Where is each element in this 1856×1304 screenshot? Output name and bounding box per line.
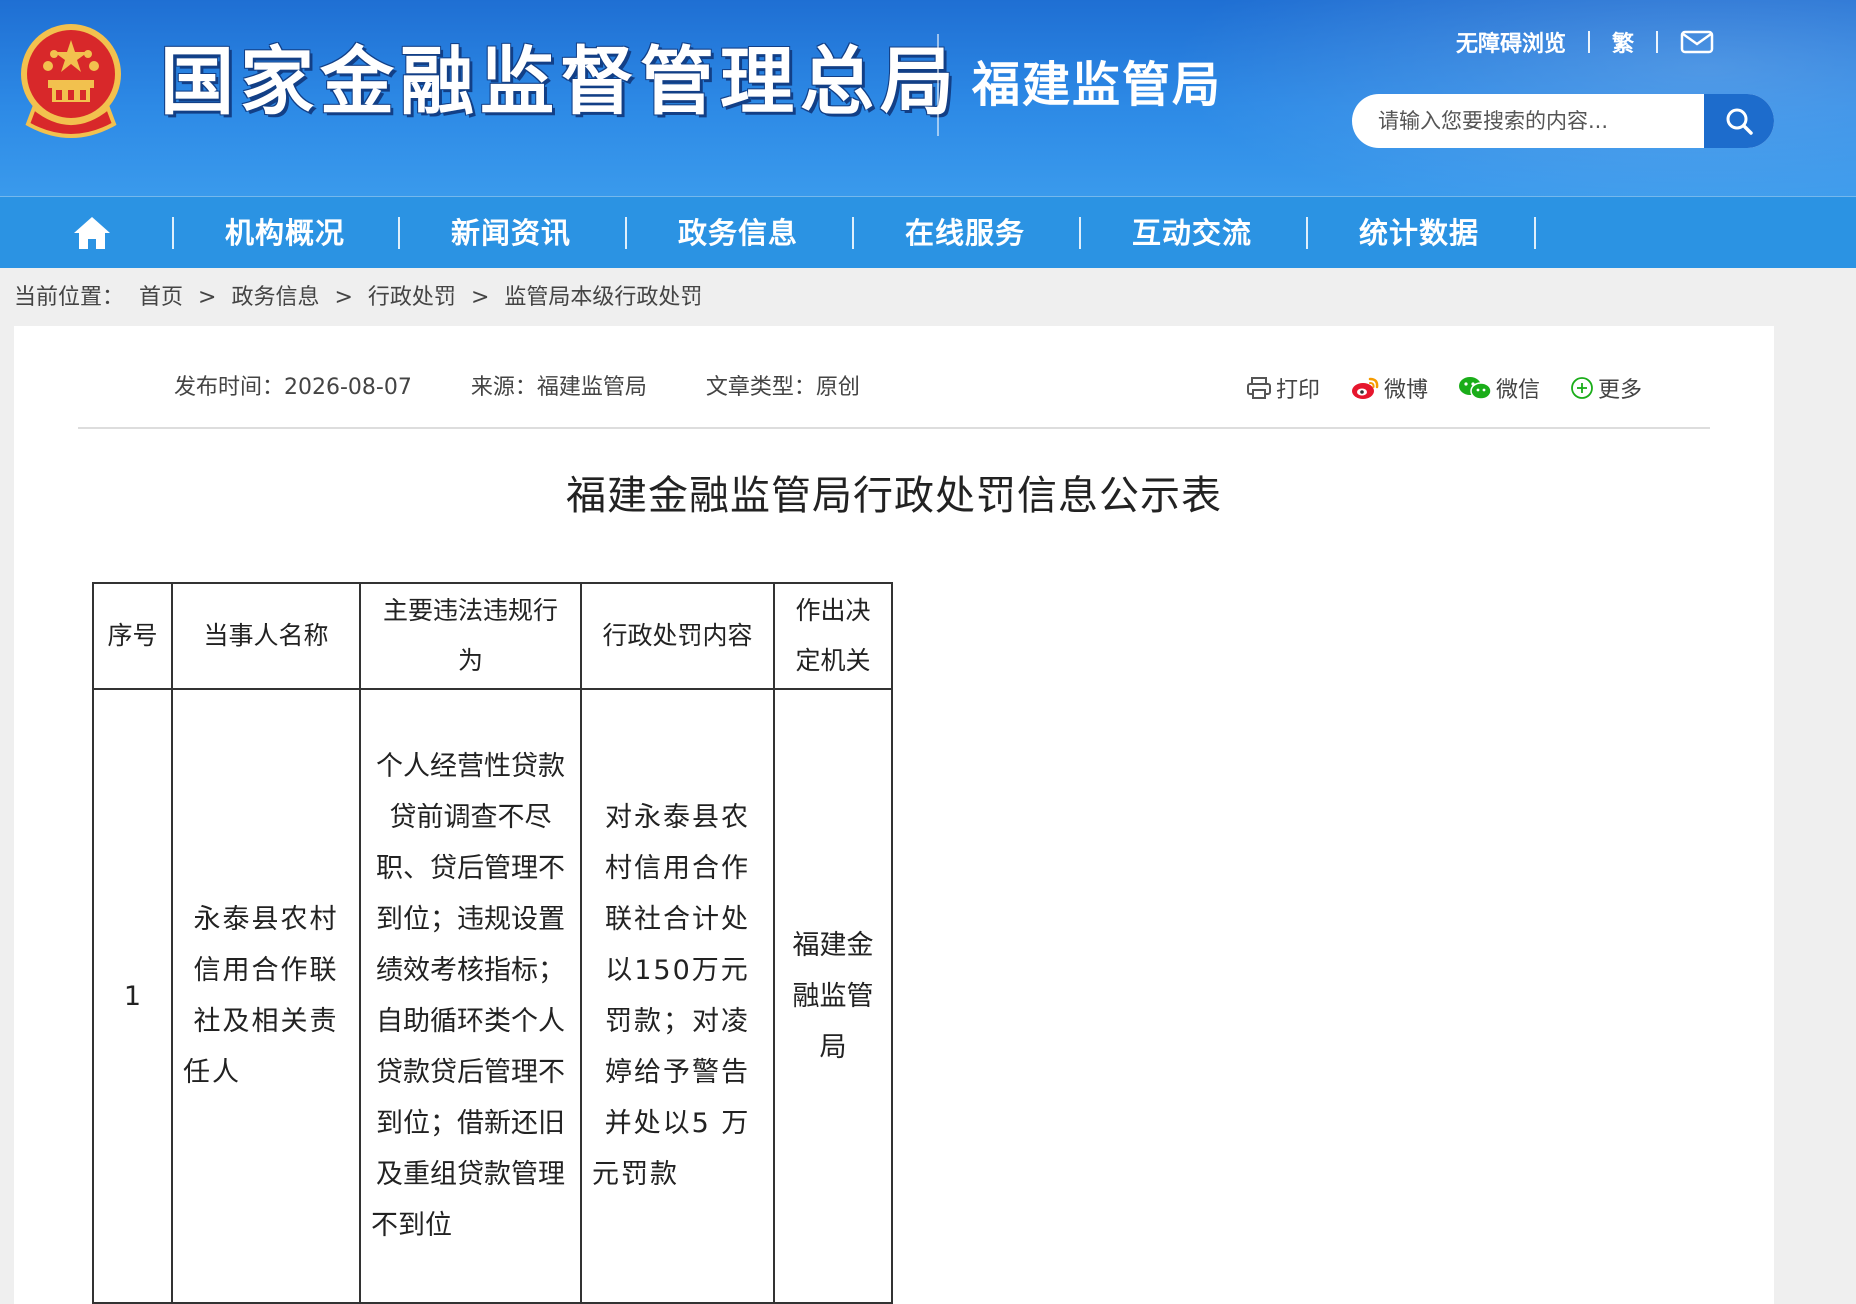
header-violation: 主要违法违规行为 (359, 582, 582, 690)
more-label: 更多 (1598, 378, 1643, 403)
nav-item-government-info[interactable]: 政务信息 (625, 197, 851, 269)
link-separator (1656, 31, 1659, 53)
nav-separator (1534, 217, 1536, 249)
breadcrumb-prefix: 当前位置： (14, 285, 125, 310)
nav-item-news[interactable]: 新闻资讯 (398, 197, 624, 269)
cell-penalty: 对永泰县农村信用合作联社合计处以150万元罚款；对凌婷给予警告并处以5 万元罚款 (580, 688, 775, 1304)
share-bar: 打印 微博 微信 更多 (1246, 370, 1672, 406)
article-source: 来源：福建监管局 (470, 375, 647, 400)
breadcrumb-separator: > (470, 285, 490, 310)
weibo-label: 微博 (1384, 378, 1429, 403)
wechat-share-button[interactable]: 微信 (1458, 372, 1540, 404)
title-divider (937, 34, 939, 136)
national-emblem-icon (21, 24, 121, 138)
cell-party: 永泰县农村信用合作联社及相关责任人 (171, 688, 361, 1304)
breadcrumb-separator: > (334, 285, 353, 310)
traditional-chinese-link[interactable]: 繁 (1612, 26, 1634, 58)
table-header-row: 序号 当事人名称 主要违法违规行为 行政处罚内容 作出决定机关 (92, 582, 893, 690)
breadcrumb: 当前位置： 首页 > 政务信息 > 行政处罚 > 监管局本级行政处罚 (14, 280, 710, 316)
printer-icon (1247, 377, 1271, 399)
top-links: 无障碍浏览 繁 (1456, 24, 1714, 60)
nav-item-statistics[interactable]: 统计数据 (1306, 197, 1532, 269)
print-button[interactable]: 打印 (1246, 372, 1320, 404)
article-panel: 发布时间：2026-08-07 来源：福建监管局 文章类型：原创 打印 微博 微… (14, 326, 1774, 1304)
wechat-label: 微信 (1496, 378, 1541, 403)
article-type: 文章类型：原创 (705, 375, 860, 400)
table-row: 1 永泰县农村信用合作联社及相关责任人 个人经营性贷款贷前调查不尽职、贷后管理不… (92, 688, 893, 1304)
cell-index: 1 (92, 688, 173, 1304)
sub-title: 福建监管局 (972, 57, 1223, 113)
print-label: 打印 (1276, 378, 1321, 403)
article-meta: 发布时间：2026-08-07 来源：福建监管局 文章类型：原创 (174, 370, 912, 406)
search-input[interactable] (1352, 94, 1704, 148)
plus-circle-icon (1571, 377, 1593, 399)
cell-violation: 个人经营性贷款贷前调查不尽职、贷后管理不到位；违规设置绩效考核指标；自助循环类个… (359, 688, 582, 1304)
accessibility-link[interactable]: 无障碍浏览 (1456, 26, 1566, 58)
breadcrumb-separator: > (198, 285, 217, 310)
breadcrumb-bureau-penalty[interactable]: 监管局本级行政处罚 (504, 285, 702, 310)
wechat-icon (1459, 377, 1492, 400)
nav-item-online-service[interactable]: 在线服务 (852, 197, 1078, 269)
breadcrumb-government-info[interactable]: 政务信息 (231, 285, 319, 310)
mail-icon[interactable] (1680, 29, 1714, 55)
search-box (1352, 94, 1774, 148)
search-icon (1726, 108, 1753, 135)
breadcrumb-penalty[interactable]: 行政处罚 (368, 285, 456, 310)
more-share-button[interactable]: 更多 (1570, 372, 1642, 404)
home-icon[interactable] (70, 211, 114, 255)
article-title: 福建金融监管局行政处罚信息公示表 (566, 473, 1222, 519)
header-authority: 作出决定机关 (773, 582, 893, 690)
meta-divider (78, 427, 1710, 429)
site-header: 国家金融监督管理总局 福建监管局 无障碍浏览 繁 (0, 0, 1856, 196)
breadcrumb-home[interactable]: 首页 (139, 285, 183, 310)
header-party: 当事人名称 (171, 582, 361, 690)
nav-item-interaction[interactable]: 互动交流 (1079, 197, 1305, 269)
penalty-table: 序号 当事人名称 主要违法违规行为 行政处罚内容 作出决定机关 1 永泰县农村信… (92, 582, 893, 1304)
link-separator (1588, 31, 1591, 53)
header-penalty: 行政处罚内容 (580, 582, 775, 690)
site-title: 国家金融监督管理总局 (160, 39, 960, 125)
weibo-icon (1352, 377, 1379, 399)
header-index: 序号 (92, 582, 173, 690)
search-button[interactable] (1704, 94, 1774, 148)
cell-authority: 福建金融监管局 (773, 688, 893, 1304)
weibo-share-button[interactable]: 微博 (1350, 372, 1428, 404)
nav-item-organization[interactable]: 机构概况 (172, 197, 398, 269)
publish-time: 发布时间：2026-08-07 (174, 375, 412, 400)
main-nav: 机构概况 新闻资讯 政务信息 在线服务 互动交流 统计数据 (0, 196, 1856, 268)
